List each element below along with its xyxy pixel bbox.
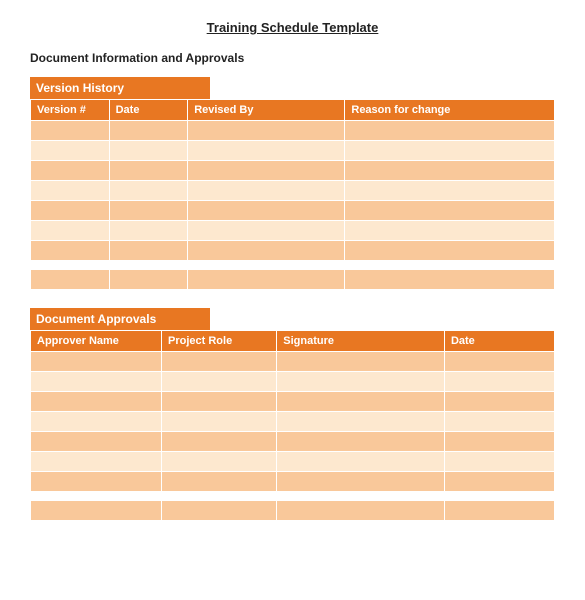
table-cell (345, 221, 555, 241)
table-cell (31, 241, 110, 261)
col-revised-by: Revised By (188, 100, 345, 121)
col-version: Version # (31, 100, 110, 121)
table-cell (444, 372, 554, 392)
approvals-header-row: Approver Name Project Role Signature Dat… (31, 331, 555, 352)
table-row (31, 472, 555, 492)
table-cell (188, 181, 345, 201)
table-row (31, 452, 555, 472)
table-cell (31, 372, 162, 392)
table-cell (31, 201, 110, 221)
table-cell (109, 181, 188, 201)
table-cell (109, 161, 188, 181)
col-project-role: Project Role (162, 331, 277, 352)
table-cell (345, 181, 555, 201)
table-cell (162, 392, 277, 412)
document-approvals-table: Approver Name Project Role Signature Dat… (30, 330, 555, 492)
version-blank-row (31, 270, 555, 290)
table-row (31, 181, 555, 201)
approvals-blank-row (31, 501, 555, 521)
table-cell (444, 472, 554, 492)
table-row (31, 241, 555, 261)
table-cell (109, 201, 188, 221)
page-title: Training Schedule Template (30, 20, 555, 35)
table-cell (188, 221, 345, 241)
table-cell (345, 141, 555, 161)
table-row (31, 161, 555, 181)
table-cell (277, 412, 445, 432)
table-cell (345, 241, 555, 261)
table-cell (188, 121, 345, 141)
col-signature: Signature (277, 331, 445, 352)
table-cell (277, 352, 445, 372)
table-cell (162, 472, 277, 492)
table-cell (345, 161, 555, 181)
table-cell (109, 121, 188, 141)
table-cell (162, 452, 277, 472)
table-cell (31, 141, 110, 161)
table-cell (31, 412, 162, 432)
col-date: Date (109, 100, 188, 121)
table-row (31, 121, 555, 141)
version-history-spacer (30, 269, 555, 290)
table-cell (444, 452, 554, 472)
table-cell (31, 432, 162, 452)
table-cell (109, 241, 188, 261)
approvals-spacer (30, 500, 555, 521)
table-cell (31, 181, 110, 201)
table-row (31, 432, 555, 452)
table-row (31, 221, 555, 241)
document-approvals-section: Document Approvals Approver Name Project… (30, 308, 555, 521)
table-cell (31, 452, 162, 472)
table-cell (162, 412, 277, 432)
version-history-header: Version History (30, 77, 210, 99)
table-cell (345, 201, 555, 221)
table-row (31, 352, 555, 372)
table-cell (277, 472, 445, 492)
table-cell (109, 141, 188, 161)
table-row (31, 141, 555, 161)
table-row (31, 372, 555, 392)
version-history-table: Version # Date Revised By Reason for cha… (30, 99, 555, 261)
table-cell (277, 452, 445, 472)
col-reason: Reason for change (345, 100, 555, 121)
table-cell (277, 392, 445, 412)
table-row (31, 412, 555, 432)
table-cell (31, 392, 162, 412)
table-cell (162, 352, 277, 372)
table-cell (31, 161, 110, 181)
document-approvals-header: Document Approvals (30, 308, 210, 330)
version-history-header-row: Version # Date Revised By Reason for cha… (31, 100, 555, 121)
table-cell (31, 121, 110, 141)
table-cell (109, 221, 188, 241)
table-cell (31, 221, 110, 241)
col-approvals-date: Date (444, 331, 554, 352)
table-cell (162, 372, 277, 392)
table-row (31, 392, 555, 412)
doc-info-label: Document Information and Approvals (30, 51, 555, 65)
col-approver-name: Approver Name (31, 331, 162, 352)
version-history-section: Version History Version # Date Revised B… (30, 77, 555, 290)
table-cell (277, 372, 445, 392)
table-cell (444, 432, 554, 452)
table-cell (188, 141, 345, 161)
table-cell (162, 432, 277, 452)
table-cell (31, 472, 162, 492)
table-cell (277, 432, 445, 452)
table-cell (188, 201, 345, 221)
table-cell (345, 121, 555, 141)
table-cell (444, 412, 554, 432)
table-row (31, 201, 555, 221)
table-cell (188, 241, 345, 261)
table-cell (444, 352, 554, 372)
table-cell (31, 352, 162, 372)
table-cell (444, 392, 554, 412)
table-cell (188, 161, 345, 181)
